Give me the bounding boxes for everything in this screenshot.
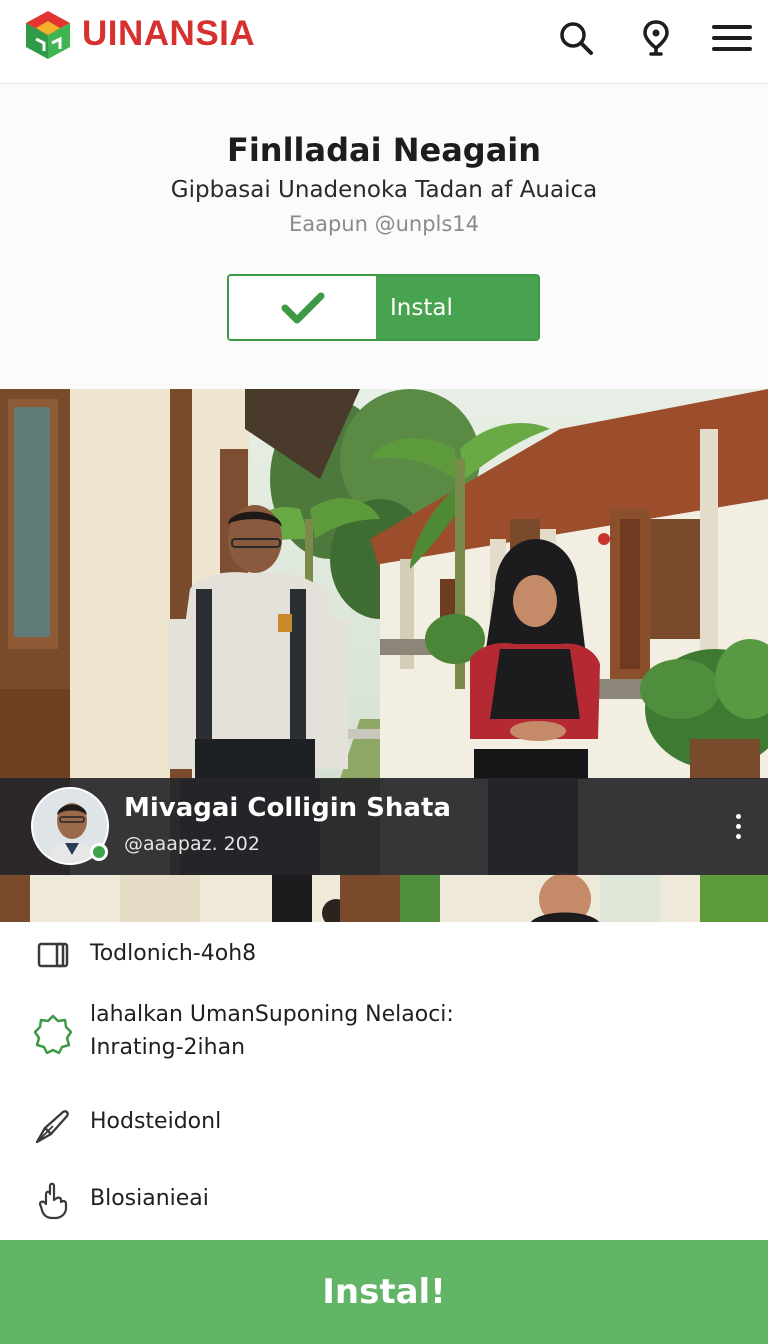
detail-rating: Inrating-2ihan xyxy=(90,1035,246,1060)
more-options-icon[interactable] xyxy=(722,806,754,846)
detail-version: Todlonich-4oh8 xyxy=(90,941,257,966)
search-icon[interactable] xyxy=(556,18,596,58)
pen-icon xyxy=(35,1110,69,1144)
install-check-segment[interactable] xyxy=(229,276,376,339)
detail-developer: lahalkan UmanSuponing Nelaoci: xyxy=(90,1002,454,1027)
online-status-indicator xyxy=(90,843,108,861)
detail-category: Blosianieai xyxy=(90,1186,209,1211)
author-profile-bar[interactable]: Mivagai Colligin Shata @aaapaz. 202 xyxy=(0,778,768,875)
brand-name[interactable]: UINANSIA xyxy=(82,14,255,54)
hamburger-menu-icon[interactable] xyxy=(712,18,752,58)
install-cta-button[interactable]: Instal! xyxy=(0,1240,768,1344)
install-toggle-button[interactable]: Instal xyxy=(227,274,540,341)
badge-icon xyxy=(33,1014,73,1054)
app-handle[interactable]: Eaapun @unpls14 xyxy=(0,212,768,236)
details-list: Todlonich-4oh8 lahalkan UmanSuponing Nel… xyxy=(0,922,768,1240)
app-subtitle: Gipbasai Unadenoka Tadan af Auaica xyxy=(170,177,598,203)
logo-icon[interactable] xyxy=(22,9,74,61)
checkmark-icon xyxy=(281,292,324,323)
app-info-section xyxy=(0,84,768,389)
phone-device-icon xyxy=(37,942,69,968)
install-label: Instal xyxy=(376,276,538,339)
hand-pointer-icon xyxy=(38,1182,68,1220)
app-title: Finlladai Neagain xyxy=(226,131,542,169)
profile-name[interactable]: Mivagai Colligin Shata xyxy=(124,793,451,823)
top-app-bar: UINANSIA xyxy=(0,0,768,84)
detail-publisher: Hodsteidonl xyxy=(90,1109,222,1134)
profile-handle: @aaapaz. 202 xyxy=(124,833,260,855)
location-pin-icon[interactable] xyxy=(636,18,676,58)
